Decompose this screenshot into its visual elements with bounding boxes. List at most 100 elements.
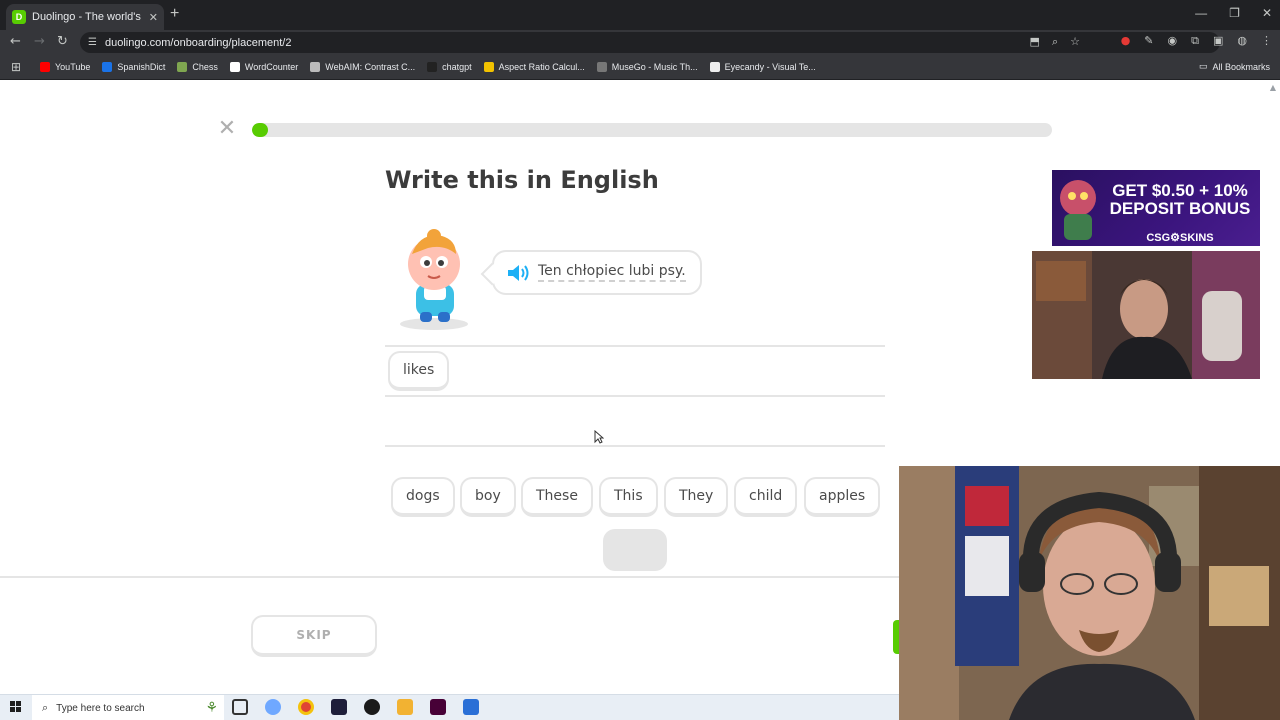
word-bank-chip[interactable]: boy <box>460 477 516 517</box>
challenge-title: Write this in English <box>385 166 659 194</box>
bookmark-item[interactable]: Chess <box>177 62 218 72</box>
close-window-icon[interactable]: ✕ <box>1262 6 1272 20</box>
close-lesson-icon[interactable]: ✕ <box>216 118 238 140</box>
bookmark-star-icon[interactable]: ☆ <box>1070 35 1080 49</box>
bookmark-item[interactable]: SpanishDict <box>102 62 165 72</box>
webcam-feed-image <box>899 466 1280 720</box>
windows-start-icon[interactable] <box>10 701 22 713</box>
ad-brand-logo: CSG⚙SKINS <box>1146 232 1214 244</box>
all-bookmarks-button[interactable]: ▭ All Bookmarks <box>1199 61 1270 72</box>
word-bank-chip[interactable]: This <box>599 477 658 517</box>
camera-extension-icon[interactable]: ◉ <box>1168 34 1178 48</box>
restore-icon[interactable]: ❐ <box>1229 6 1240 20</box>
bookmark-item[interactable]: WebAIM: Contrast C... <box>310 62 415 72</box>
sidepanel-icon[interactable]: ▣ <box>1213 34 1223 48</box>
answer-word-chip[interactable]: likes <box>388 351 450 391</box>
word-bank-chip[interactable]: These <box>521 477 593 517</box>
skip-button[interactable]: SKIP <box>251 615 377 657</box>
zoom-icon[interactable]: ⌕ <box>1052 35 1058 49</box>
lesson-progress-fill <box>252 123 268 137</box>
word-bank-chip[interactable]: They <box>664 477 729 517</box>
answer-line <box>385 445 885 447</box>
windows-taskbar: ⌕ Type here to search ⚘ <box>0 694 899 720</box>
bookmark-item[interactable]: MuseGo - Music Th... <box>596 62 698 72</box>
install-app-icon[interactable]: ⬒ <box>1030 35 1040 49</box>
bookmark-favicon-icon <box>229 62 240 72</box>
bookmark-item[interactable]: Aspect Ratio Calcul... <box>483 62 585 72</box>
bookmark-label: Chess <box>192 62 218 72</box>
bookmark-label: YouTube <box>55 62 91 72</box>
all-bookmarks-label: All Bookmarks <box>1212 61 1270 72</box>
menu-kebab-icon[interactable]: ⋮ <box>1261 34 1272 48</box>
copilot-icon[interactable] <box>265 699 281 715</box>
duo-character-boy-illustration <box>400 229 468 330</box>
answer-line <box>385 345 885 347</box>
bookmark-item[interactable]: YouTube <box>40 62 90 72</box>
search-icon: ⌕ <box>42 701 49 714</box>
prompt-sentence[interactable]: Ten chłopiec lubi psy. <box>538 263 686 282</box>
new-tab-button[interactable]: + <box>170 5 179 23</box>
address-bar[interactable]: ☰ duolingo.com/onboarding/placement/2 ⬒ … <box>80 32 1220 53</box>
davinci-resolve-icon[interactable] <box>331 699 347 715</box>
obs-icon[interactable] <box>364 699 380 715</box>
bookmark-item[interactable]: Eyecandy - Visual Te... <box>709 62 816 72</box>
taskbar-apps <box>232 699 479 715</box>
paint-app-icon[interactable] <box>463 699 479 715</box>
bookmark-label: Aspect Ratio Calcul... <box>498 62 585 72</box>
bookmark-item[interactable]: chatgpt <box>427 62 472 72</box>
bookmark-label: WebAIM: Contrast C... <box>325 62 416 72</box>
duolingo-favicon-icon: D <box>12 10 26 24</box>
omnibox-actions: ⬒ ⌕ ☆ <box>1030 35 1080 49</box>
word-bank-chip[interactable]: dogs <box>391 477 455 517</box>
ad-mascot-illustration <box>1060 180 1096 240</box>
bookmark-favicon-icon <box>427 62 438 72</box>
apps-grid-icon[interactable]: ⊞ <box>11 60 21 74</box>
bookmark-favicon-icon <box>40 62 50 72</box>
bookmark-favicon-icon <box>310 62 321 72</box>
extension-red-icon[interactable]: ● <box>1121 34 1131 48</box>
pen-extension-icon[interactable]: ✎ <box>1144 34 1153 48</box>
speech-bubble: Ten chłopiec lubi psy. <box>492 250 702 295</box>
chrome-icon[interactable] <box>298 699 314 715</box>
word-bank-chip[interactable]: apples <box>804 477 881 517</box>
taskbar-search-box[interactable]: ⌕ Type here to search ⚘ <box>32 695 224 720</box>
footer-divider <box>0 576 900 578</box>
extension-icons: ● ✎ ◉ ⧉ ▣ ◍ ⋮ <box>1121 34 1272 48</box>
bookmark-favicon-icon <box>483 62 494 72</box>
mouse-cursor-icon <box>594 430 604 444</box>
webcam-feed-image <box>1032 251 1260 379</box>
scroll-up-arrow-icon[interactable]: ▲ <box>1270 83 1276 92</box>
speaker-audio-icon[interactable] <box>506 263 530 283</box>
adobe-xd-icon[interactable] <box>430 699 446 715</box>
browser-tab-bar: D Duolingo - The world's best wa ✕ + — ❐… <box>0 0 1280 30</box>
window-controls: — ❐ ✕ <box>1195 6 1272 20</box>
forward-icon[interactable]: → <box>34 34 45 49</box>
back-icon[interactable]: ← <box>10 34 21 49</box>
puzzle-extensions-icon[interactable]: ⧉ <box>1191 34 1199 48</box>
advertisement-banner[interactable]: GET $0.50 + 10% DEPOSIT BONUS CSG⚙SKINS <box>1052 170 1260 246</box>
lesson-progress-bar <box>252 123 1052 137</box>
url-text[interactable]: duolingo.com/onboarding/placement/2 <box>105 37 292 49</box>
bookmark-label: SpanishDict <box>117 62 166 72</box>
active-tab[interactable]: D Duolingo - The world's best wa ✕ <box>6 4 164 30</box>
reload-icon[interactable]: ↻ <box>57 34 68 49</box>
bookmark-favicon-icon <box>709 62 720 72</box>
webcam-overlay-large <box>899 466 1280 720</box>
task-view-icon[interactable] <box>232 699 248 715</box>
browser-toolbar: ← → ↻ ☰ duolingo.com/onboarding/placemen… <box>0 30 1280 55</box>
tab-title: Duolingo - The world's best wa <box>32 11 143 23</box>
bookmark-favicon-icon <box>177 62 188 72</box>
bookmarks-bar: ⊞ YouTube SpanishDict Chess WordCounter WebA… <box>0 55 1280 80</box>
profile-avatar-icon[interactable]: ◍ <box>1237 34 1247 48</box>
folder-icon: ▭ <box>1198 61 1208 71</box>
bookmark-list: YouTube SpanishDict Chess WordCounter WebAIM… <box>40 55 816 79</box>
answer-line <box>385 395 885 397</box>
file-explorer-icon[interactable] <box>397 699 413 715</box>
close-tab-icon[interactable]: ✕ <box>149 11 158 24</box>
bookmark-favicon-icon <box>102 62 113 72</box>
bookmark-item[interactable]: WordCounter <box>229 62 298 72</box>
bookmark-favicon-icon <box>596 62 607 72</box>
minimize-icon[interactable]: — <box>1195 6 1207 20</box>
word-bank-chip[interactable]: child <box>734 477 798 517</box>
site-info-icon[interactable]: ☰ <box>88 37 97 48</box>
